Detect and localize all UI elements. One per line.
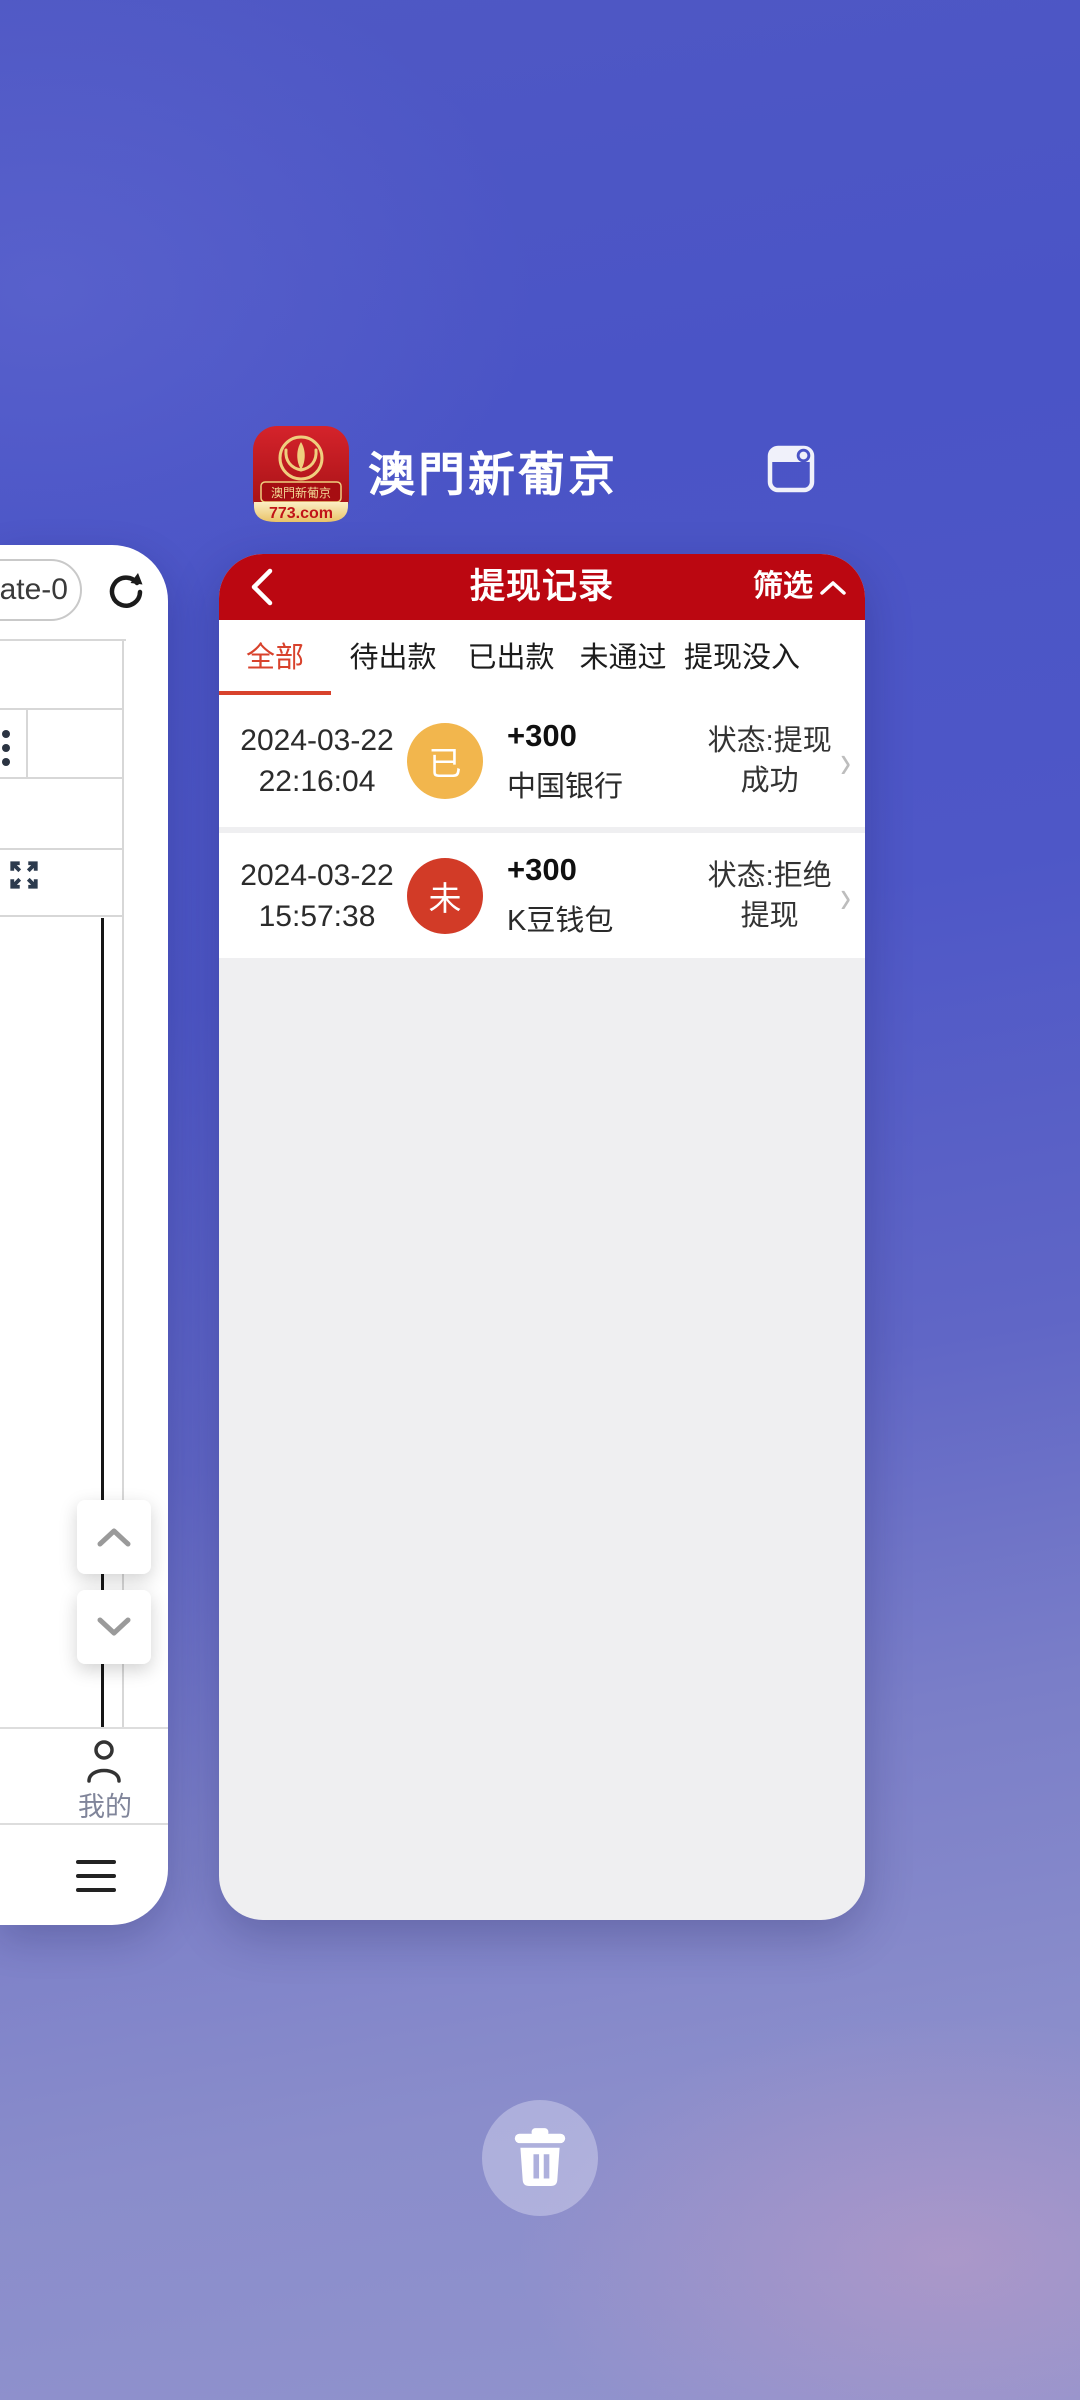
tab-all[interactable]: 全部 [229,620,321,696]
chevron-right-icon[interactable]: › [840,723,851,799]
chevron-right-icon[interactable]: › [840,858,851,934]
tab-paid[interactable]: 已出款 [465,620,557,696]
record-channel: K豆钱包 [507,897,613,939]
status-tabs: 全部 待出款 已出款 未通过 提现没入 [219,620,865,696]
record-amount: +300 [507,852,613,888]
expand-arrows-icon[interactable] [8,859,40,891]
tab-not-credited[interactable]: 提现没入 [681,620,803,696]
status-badge: 未 [407,858,483,934]
app-title: 澳門新葡京 [368,440,788,510]
scroll-down-button[interactable] [77,1590,151,1664]
divider [0,1823,168,1825]
window-icon[interactable] [765,443,817,495]
record-datetime: 2024-03-22 22:16:04 [239,720,395,802]
record-amount: +300 [507,718,623,754]
table-border [26,708,28,779]
person-icon[interactable] [86,1739,122,1783]
recents-card-withdraw-app[interactable]: 提现记录 筛选 全部 待出款 已出款 未通过 提现没入 2024-03-22 2… [219,554,865,1920]
clear-all-button[interactable] [482,2100,598,2216]
record-row[interactable]: 2024-03-22 15:57:38 未 +300 K豆钱包 状态:拒绝 提现… [219,833,865,958]
status-badge: 已 [407,723,483,799]
my-tab-label[interactable]: 我的 [40,1785,168,1824]
table-border [0,639,126,641]
record-status: 状态:提现 成功 [706,721,834,801]
record-channel: 中国银行 [507,763,623,805]
list-bullet [2,758,10,766]
app-icon[interactable]: 澳門新葡京 773.com [252,425,350,523]
list-bullet [2,730,10,738]
withdraw-header: 提现记录 筛选 [219,554,865,620]
table-border [0,915,124,917]
page-title: 提现记录 [392,554,692,620]
app-icon-domain-text: 773.com [269,505,333,522]
record-amount-block: +300 中国银行 [507,718,623,805]
trash-icon [512,2127,568,2189]
divider [0,1727,168,1729]
record-row[interactable]: 2024-03-22 22:16:04 已 +300 中国银行 状态:提现 成功… [219,695,865,827]
back-icon[interactable] [243,566,283,608]
filter-button[interactable]: 筛选 [753,554,813,620]
app-icon-banner-text: 澳門新葡京 [271,485,331,500]
record-status: 状态:拒绝 提现 [706,856,834,936]
tab-pending[interactable]: 待出款 [347,620,439,696]
tab-failed[interactable]: 未通过 [577,620,669,696]
table-border [0,708,124,710]
chevron-up-icon [94,1525,134,1549]
record-amount-block: +300 K豆钱包 [507,852,613,939]
table-border [0,777,124,779]
refresh-icon[interactable] [106,571,146,611]
table-border [0,848,124,850]
chevron-down-icon [94,1615,134,1639]
scroll-up-button[interactable] [77,1500,151,1574]
record-datetime: 2024-03-22 15:57:38 [239,855,395,937]
url-chip[interactable]: eate-0 [0,559,82,621]
list-bullet [2,744,10,752]
recents-card-browser[interactable]: eate-0 我的 [0,545,168,1925]
chevron-up-icon[interactable] [819,580,847,596]
